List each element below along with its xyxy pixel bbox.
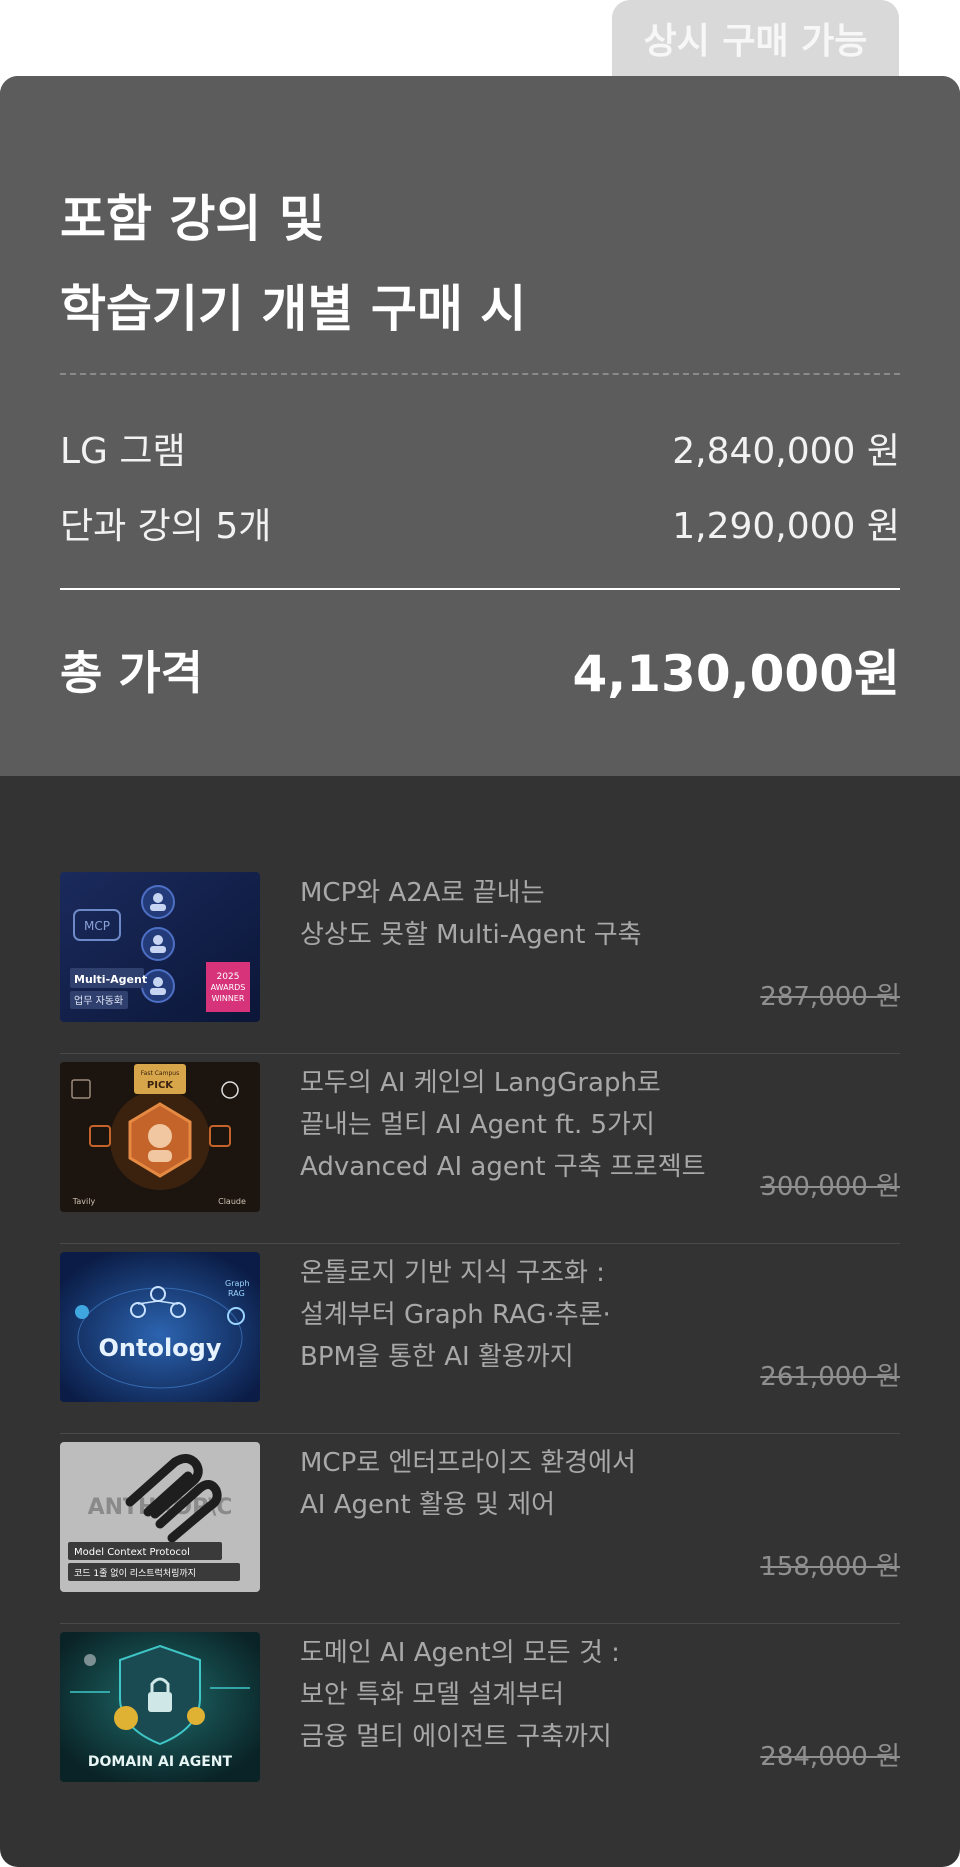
svg-text:Fast Campus: Fast Campus	[141, 1070, 179, 1077]
domain-ai-agent-thumbnail-icon: DOMAIN AI AGENT	[60, 1632, 260, 1782]
total-price-label: 총 가격	[60, 646, 203, 700]
svg-text:Model Context Protocol: Model Context Protocol	[74, 1547, 190, 1558]
course-original-price: 261,000 원	[760, 1362, 900, 1392]
course-item[interactable]: ANTHROP\C Model Context Protocol 코드 1줄 없…	[60, 1434, 900, 1624]
dashed-divider	[60, 373, 900, 375]
svg-text:DOMAIN AI AGENT: DOMAIN AI AGENT	[88, 1754, 233, 1770]
price-line-courses: 단과 강의 5개 1,290,000 원	[60, 497, 900, 549]
svg-text:WINNER: WINNER	[212, 994, 245, 1003]
svg-text:MCP: MCP	[84, 919, 110, 933]
course-title-line: MCP로 엔터프라이즈 환경에서	[300, 1448, 636, 1478]
course-original-price: 287,000 원	[760, 982, 900, 1012]
ontology-thumbnail-icon: Graph RAG Ontology	[60, 1252, 260, 1402]
course-title-line: 보안 특화 모델 설계부터	[300, 1680, 564, 1710]
multi-agent-thumbnail-icon: MCP Multi-Agent 업무 자동화 2025 AWARDS WINNE…	[60, 872, 260, 1022]
course-title: MCP와 A2A로 끝내는 상상도 못할 Multi-Agent 구축	[300, 872, 770, 956]
price-line-label: 단과 강의 5개	[60, 506, 272, 547]
course-item[interactable]: MCP Multi-Agent 업무 자동화 2025 AWARDS WINNE…	[60, 864, 900, 1054]
summary-title-line-1: 포함 강의 및	[60, 190, 325, 248]
svg-text:Tavily: Tavily	[72, 1197, 96, 1206]
course-title: MCP로 엔터프라이즈 환경에서 AI Agent 활용 및 제어	[300, 1442, 770, 1526]
course-title-line: MCP와 A2A로 끝내는	[300, 878, 545, 908]
svg-text:PICK: PICK	[147, 1080, 174, 1091]
course-title: 도메인 AI Agent의 모든 것 : 보안 특화 모델 설계부터 금융 멀티…	[300, 1632, 770, 1758]
svg-text:2025: 2025	[217, 972, 240, 982]
price-line-value: 2,840,000 원	[672, 431, 900, 472]
svg-text:코드 1줄 없이 리스트럭처링까지: 코드 1줄 없이 리스트럭처링까지	[74, 1567, 196, 1579]
course-original-price: 158,000 원	[760, 1552, 900, 1582]
langgraph-thumbnail-icon: Fast Campus PICK Tavily Claude	[60, 1062, 260, 1212]
svg-text:Ontology: Ontology	[99, 1334, 222, 1362]
price-line-value: 1,290,000 원	[672, 506, 900, 547]
summary-title: 포함 강의 및 학습기기 개별 구매 시	[60, 174, 526, 354]
price-card: 포함 강의 및 학습기기 개별 구매 시 LG 그램 2,840,000 원 단…	[0, 76, 960, 1867]
course-title-line: 상상도 못할 Multi-Agent 구축	[300, 920, 642, 950]
svg-text:업무 자동화: 업무 자동화	[74, 994, 123, 1007]
course-item[interactable]: Fast Campus PICK Tavily Claude 모두의 AI 케인…	[60, 1054, 900, 1244]
course-title-line: BPM을 통한 AI 활용까지	[300, 1342, 574, 1372]
svg-text:Claude: Claude	[218, 1197, 246, 1206]
svg-text:RAG: RAG	[228, 1289, 245, 1298]
always-available-tab: 상시 구매 가능	[612, 0, 899, 76]
course-title-line: 모두의 AI 케인의 LangGraph로	[300, 1068, 661, 1098]
course-original-price: 284,000 원	[760, 1742, 900, 1772]
summary-title-line-2: 학습기기 개별 구매 시	[60, 280, 527, 338]
solid-divider	[60, 588, 900, 590]
course-original-price: 300,000 원	[760, 1172, 900, 1202]
course-title-line: 금융 멀티 에이전트 구축까지	[300, 1722, 612, 1752]
course-title: 온톨로지 기반 지식 구조화 : 설계부터 Graph RAG·추론· BPM을…	[300, 1252, 770, 1378]
course-title-line: 온톨로지 기반 지식 구조화 :	[300, 1258, 605, 1288]
course-item[interactable]: Graph RAG Ontology 온톨로지 기반 지식 구조화 : 설계부터…	[60, 1244, 900, 1434]
course-title-line: 도메인 AI Agent의 모든 것 :	[300, 1638, 620, 1668]
total-price-value: 4,130,000원	[572, 645, 900, 703]
course-title-line: AI Agent 활용 및 제어	[300, 1490, 556, 1520]
svg-text:Graph: Graph	[225, 1279, 250, 1288]
course-title: 모두의 AI 케인의 LangGraph로 끝내는 멀티 AI Agent ft…	[300, 1062, 770, 1188]
course-list: MCP Multi-Agent 업무 자동화 2025 AWARDS WINNE…	[60, 864, 900, 1813]
svg-text:Multi-Agent: Multi-Agent	[74, 973, 147, 986]
price-line-label: LG 그램	[60, 431, 186, 472]
course-title-line: 끝내는 멀티 AI Agent ft. 5가지	[300, 1110, 655, 1140]
price-line-laptop: LG 그램 2,840,000 원	[60, 422, 900, 474]
total-price-row: 총 가격 4,130,000원	[60, 634, 900, 706]
svg-text:AWARDS: AWARDS	[211, 983, 246, 992]
mcp-enterprise-thumbnail-icon: ANTHROP\C Model Context Protocol 코드 1줄 없…	[60, 1442, 260, 1592]
course-item[interactable]: DOMAIN AI AGENT 도메인 AI Agent의 모든 것 : 보안 …	[60, 1624, 900, 1813]
course-title-line: Advanced AI agent 구축 프로젝트	[300, 1152, 706, 1182]
summary-section: 포함 강의 및 학습기기 개별 구매 시 LG 그램 2,840,000 원 단…	[0, 76, 960, 776]
course-title-line: 설계부터 Graph RAG·추론·	[300, 1300, 611, 1330]
